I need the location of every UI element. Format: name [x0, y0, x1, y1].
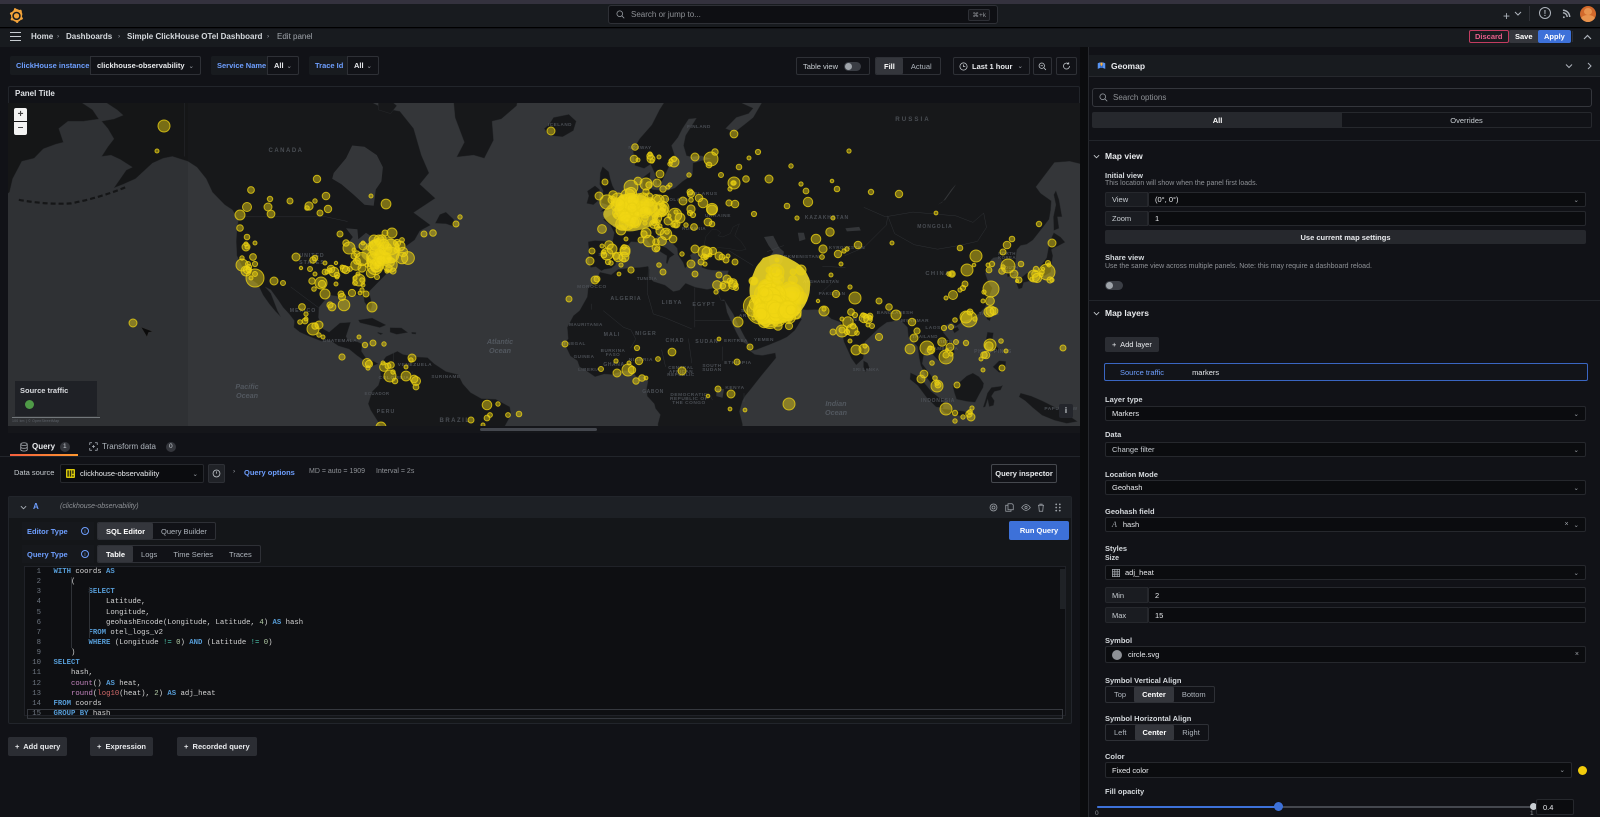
svg-text:GUATEMALA: GUATEMALA	[323, 338, 357, 343]
svg-text:MAURITANIA: MAURITANIA	[569, 322, 603, 327]
svg-text:ALGERIA: ALGERIA	[610, 296, 641, 302]
svg-text:CANADA: CANADA	[269, 148, 304, 154]
svg-text:GHANA: GHANA	[603, 362, 624, 368]
svg-text:SUDAN: SUDAN	[695, 339, 718, 345]
svg-text:NIGER: NIGER	[635, 331, 656, 337]
svg-text:LAOS: LAOS	[925, 325, 941, 331]
svg-text:SRI LANKA: SRI LANKA	[853, 367, 879, 372]
svg-text:ERITREA: ERITREA	[724, 338, 748, 343]
svg-text:FASO: FASO	[606, 352, 621, 357]
svg-text:Ocean: Ocean	[236, 391, 259, 400]
svg-text:ICELAND: ICELAND	[548, 122, 572, 127]
svg-text:FINLAND: FINLAND	[687, 124, 711, 129]
svg-text:ECUADOR: ECUADOR	[365, 391, 390, 396]
svg-text:YEMEN: YEMEN	[754, 337, 774, 343]
svg-text:LIBYA: LIBYA	[662, 300, 683, 306]
svg-text:RUSSIA: RUSSIA	[895, 116, 930, 123]
svg-text:KAZAKHSTAN: KAZAKHSTAN	[805, 215, 849, 221]
svg-text:VENEZUELA: VENEZUELA	[398, 362, 432, 368]
svg-text:BRAZIL: BRAZIL	[440, 418, 471, 424]
svg-text:Ocean: Ocean	[489, 346, 512, 355]
svg-text:Indian: Indian	[825, 399, 847, 408]
svg-text:LIBERIA: LIBERIA	[578, 367, 600, 372]
svg-text:THE CONGO: THE CONGO	[672, 400, 706, 406]
svg-text:Pacific: Pacific	[235, 382, 258, 391]
svg-text:EGYPT: EGYPT	[692, 302, 715, 308]
svg-text:INDONESIA: INDONESIA	[921, 398, 955, 404]
svg-text:CHAD: CHAD	[666, 338, 685, 344]
svg-text:SURINAME: SURINAME	[431, 374, 460, 379]
svg-text:SUDAN: SUDAN	[702, 367, 722, 373]
svg-text:KENYA: KENYA	[725, 385, 744, 391]
svg-text:GUINEA: GUINEA	[574, 354, 595, 359]
svg-text:MOROCCO: MOROCCO	[577, 284, 607, 290]
svg-text:TUNISIA: TUNISIA	[637, 276, 658, 281]
svg-text:Atlantic: Atlantic	[486, 337, 513, 346]
svg-text:PERU: PERU	[377, 409, 395, 415]
svg-text:MALI: MALI	[604, 332, 621, 338]
svg-text:GABON: GABON	[642, 389, 664, 395]
svg-text:Ocean: Ocean	[825, 408, 848, 417]
svg-text:MONGOLIA: MONGOLIA	[917, 224, 953, 230]
